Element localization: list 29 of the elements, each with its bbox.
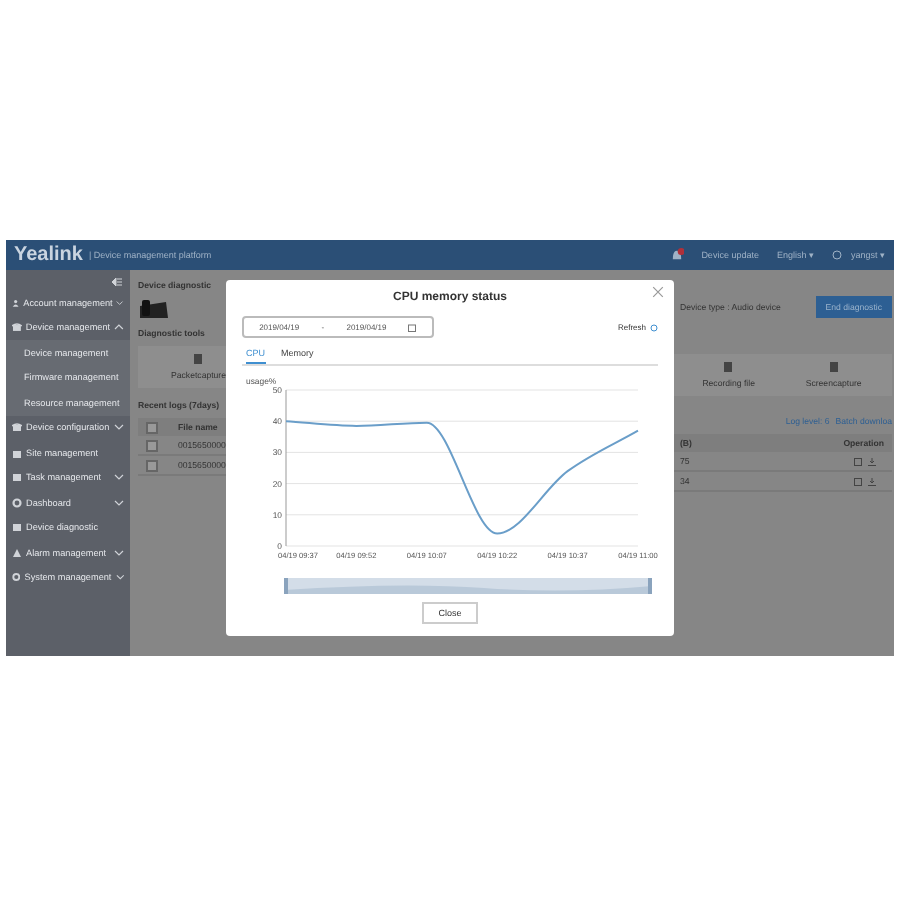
user-icon [12,297,20,308]
desk-phone-icon [138,298,170,320]
chevron-icon[interactable] [114,474,124,481]
download-icon[interactable] [868,477,876,485]
chevron-icon[interactable] [114,499,124,506]
user-icon[interactable] [832,250,843,260]
close-icon[interactable] [652,286,664,298]
chevron-icon[interactable] [115,574,124,581]
alarm-icon [12,547,22,558]
chevron-icon[interactable] [116,299,124,306]
bell-icon[interactable] [669,248,684,262]
file-icon[interactable] [724,362,733,372]
file-icon [194,354,202,364]
chevron-icon[interactable] [114,324,124,331]
checkbox[interactable] [146,421,158,433]
chevron-icon[interactable] [114,549,124,556]
gear-icon [12,497,22,508]
file-icon[interactable] [829,362,838,372]
download-icon[interactable] [868,457,876,465]
view-icon[interactable] [854,477,862,485]
checkbox[interactable] [146,459,158,471]
logo: Yealink [14,244,83,266]
refresh-icon[interactable] [650,323,658,331]
gear-icon [12,572,21,583]
view-icon[interactable] [854,457,862,465]
checkbox[interactable] [146,439,158,451]
collapse-icon[interactable] [112,278,122,286]
chevron-icon[interactable] [114,424,124,431]
zoom-slider[interactable] [284,578,652,594]
